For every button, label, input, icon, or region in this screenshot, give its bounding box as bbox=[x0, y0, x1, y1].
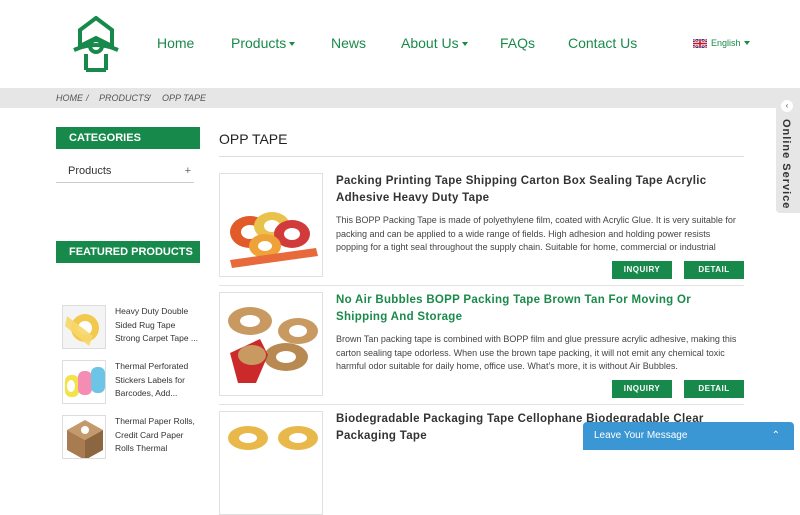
nav-products[interactable]: Products bbox=[231, 35, 296, 51]
categories-heading: CATEGORIES bbox=[56, 127, 200, 149]
breadcrumb-current: OPP TAPE bbox=[162, 93, 207, 103]
product-divider bbox=[219, 285, 744, 286]
online-service-label: Online Service bbox=[780, 119, 792, 210]
breadcrumb-separator: / bbox=[148, 93, 151, 103]
language-selector[interactable]: English bbox=[693, 38, 750, 48]
uk-flag-icon bbox=[693, 38, 707, 48]
detail-button[interactable]: DETAIL bbox=[684, 380, 744, 398]
featured-product-item[interactable]: Thermal Paper Rolls, Credit Card Paper R… bbox=[62, 415, 202, 465]
detail-button[interactable]: DETAIL bbox=[684, 261, 744, 279]
breadcrumb-home[interactable]: HOME bbox=[56, 93, 83, 103]
title-divider bbox=[219, 156, 744, 157]
product-thumbnail[interactable] bbox=[62, 360, 106, 404]
categories-panel: CATEGORIES bbox=[56, 127, 200, 149]
product-image[interactable] bbox=[219, 173, 323, 277]
page-title: OPP TAPE bbox=[219, 131, 288, 147]
featured-product-title[interactable]: Thermal Paper Rolls, Credit Card Paper R… bbox=[115, 415, 199, 456]
product-image[interactable] bbox=[219, 411, 323, 515]
nav-about-us[interactable]: About Us bbox=[401, 35, 468, 51]
featured-product-title[interactable]: Thermal Perforated Stickers Labels for B… bbox=[115, 360, 199, 401]
product-description: This BOPP Packing Tape is made of polyet… bbox=[336, 215, 736, 252]
leave-message-widget[interactable]: Leave Your Message ⌃ bbox=[583, 422, 794, 450]
featured-product-item[interactable]: Heavy Duty Double Sided Rug Tape Strong … bbox=[62, 305, 202, 355]
product-divider bbox=[219, 404, 744, 405]
breadcrumb: HOME / PRODUCTS / OPP TAPE bbox=[0, 88, 800, 108]
inquiry-button[interactable]: INQUIRY bbox=[612, 380, 672, 398]
product-title[interactable]: No Air Bubbles BOPP Packing Tape Brown T… bbox=[336, 292, 744, 326]
online-service-tab[interactable]: ‹ Online Service bbox=[776, 95, 800, 213]
leave-message-label: Leave Your Message bbox=[594, 430, 688, 441]
category-label: Products bbox=[68, 165, 112, 177]
inquiry-button[interactable]: INQUIRY bbox=[612, 261, 672, 279]
product-description: Brown Tan packing tape is combined with … bbox=[336, 334, 737, 371]
product-title[interactable]: Packing Printing Tape Shipping Carton Bo… bbox=[336, 173, 744, 207]
featured-products-panel: FEATURED PRODUCTS bbox=[56, 241, 200, 263]
nav-faqs[interactable]: FAQs bbox=[500, 35, 535, 51]
featured-products-heading: FEATURED PRODUCTS bbox=[56, 241, 200, 263]
nav-contact-us[interactable]: Contact Us bbox=[568, 35, 637, 51]
chevron-left-icon[interactable]: ‹ bbox=[781, 100, 793, 112]
chevron-up-icon[interactable]: ⌃ bbox=[772, 422, 780, 450]
caret-down-icon bbox=[461, 42, 468, 47]
featured-product-title[interactable]: Heavy Duty Double Sided Rug Tape Strong … bbox=[115, 305, 199, 346]
product-thumbnail[interactable] bbox=[62, 305, 106, 349]
breadcrumb-separator: / bbox=[86, 93, 89, 103]
language-label: English bbox=[711, 38, 741, 48]
site-header: Home Products News About Us FAQs Contact… bbox=[0, 0, 800, 88]
product-thumbnail[interactable] bbox=[62, 415, 106, 459]
product-image[interactable] bbox=[219, 292, 323, 396]
expand-plus-icon[interactable]: + bbox=[185, 161, 191, 181]
featured-product-item[interactable]: Thermal Perforated Stickers Labels for B… bbox=[62, 360, 202, 410]
nav-home[interactable]: Home bbox=[157, 35, 194, 51]
company-logo[interactable] bbox=[72, 16, 120, 72]
caret-down-icon bbox=[289, 42, 296, 47]
caret-down-icon bbox=[743, 41, 750, 45]
category-item-products[interactable]: Products + bbox=[56, 161, 194, 183]
nav-news[interactable]: News bbox=[331, 35, 366, 51]
breadcrumb-products[interactable]: PRODUCTS bbox=[99, 93, 150, 103]
